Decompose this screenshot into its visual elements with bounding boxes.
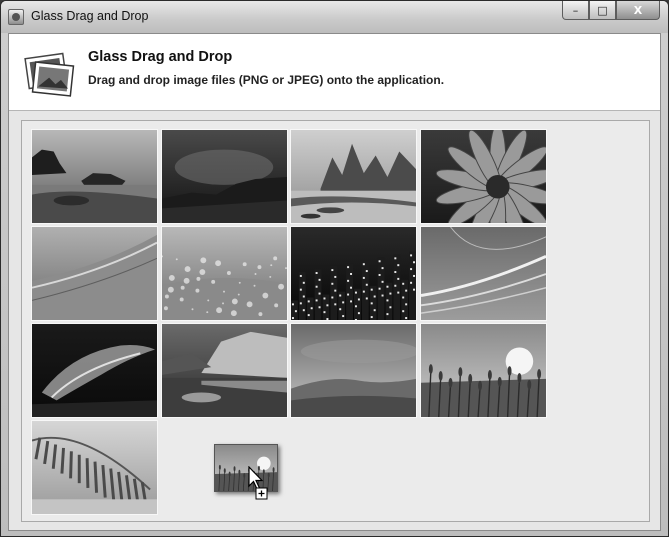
thumbnail-night-city[interactable] xyxy=(290,226,417,321)
thumbnail-dark-dusk-hills[interactable] xyxy=(161,129,288,224)
caption-buttons: – □ X xyxy=(562,1,660,21)
thumbnail-image xyxy=(162,227,287,320)
minimize-icon: – xyxy=(572,3,579,17)
thumbnail-abstract-light[interactable] xyxy=(420,226,547,321)
thumbnail-image xyxy=(291,227,416,320)
header-subtitle: Drag and drop image files (PNG or JPEG) … xyxy=(88,73,445,87)
title-bar[interactable]: Glass Drag and Drop – □ X xyxy=(1,1,668,33)
thumbnail-image xyxy=(421,130,546,223)
thumbnail-image xyxy=(291,130,416,223)
thumbnail-aurora[interactable] xyxy=(31,323,158,418)
thumbnail-karst-river[interactable] xyxy=(290,129,417,224)
thumbnail-reeds-sunrise[interactable] xyxy=(420,323,547,418)
thumbnail-palm-frond-beach[interactable] xyxy=(31,420,158,515)
java-app-icon[interactable] xyxy=(8,9,24,25)
thumbnail-image xyxy=(32,130,157,223)
photos-icon xyxy=(24,52,75,97)
thumbnail-dew-grass[interactable] xyxy=(161,226,288,321)
thumbnail-mountain-lake[interactable] xyxy=(161,323,288,418)
header-title: Glass Drag and Drop xyxy=(88,49,233,65)
thumbnail-rocky-coast[interactable] xyxy=(31,129,158,224)
thumbnail-image xyxy=(32,324,157,417)
thumbnail-flower-closeup[interactable] xyxy=(420,129,547,224)
app-window: Glass Drag and Drop – □ X Glass Drag and… xyxy=(0,0,669,537)
client-area: Glass Drag and Drop Drag and drop image … xyxy=(8,33,661,531)
drag-copy-cursor-icon xyxy=(248,466,268,500)
thumbnail-image xyxy=(162,324,287,417)
minimize-button[interactable]: – xyxy=(562,1,589,20)
thumbnail-image xyxy=(421,227,546,320)
window-title: Glass Drag and Drop xyxy=(31,9,149,23)
header-banner: Glass Drag and Drop Drag and drop image … xyxy=(9,34,660,111)
thumbnail-image xyxy=(32,421,157,514)
thumbnail-palm-leaf-detail[interactable] xyxy=(31,226,158,321)
maximize-icon: □ xyxy=(597,3,608,17)
close-button[interactable]: X xyxy=(616,1,660,20)
thumbnail-image xyxy=(32,227,157,320)
thumbnail-image xyxy=(291,324,416,417)
thumbnail-image xyxy=(162,130,287,223)
close-icon: X xyxy=(633,3,643,17)
thumbnail-sunset-hills[interactable] xyxy=(290,323,417,418)
thumbnail-image xyxy=(421,324,546,417)
maximize-button[interactable]: □ xyxy=(589,1,616,20)
drop-panel[interactable] xyxy=(21,120,650,522)
